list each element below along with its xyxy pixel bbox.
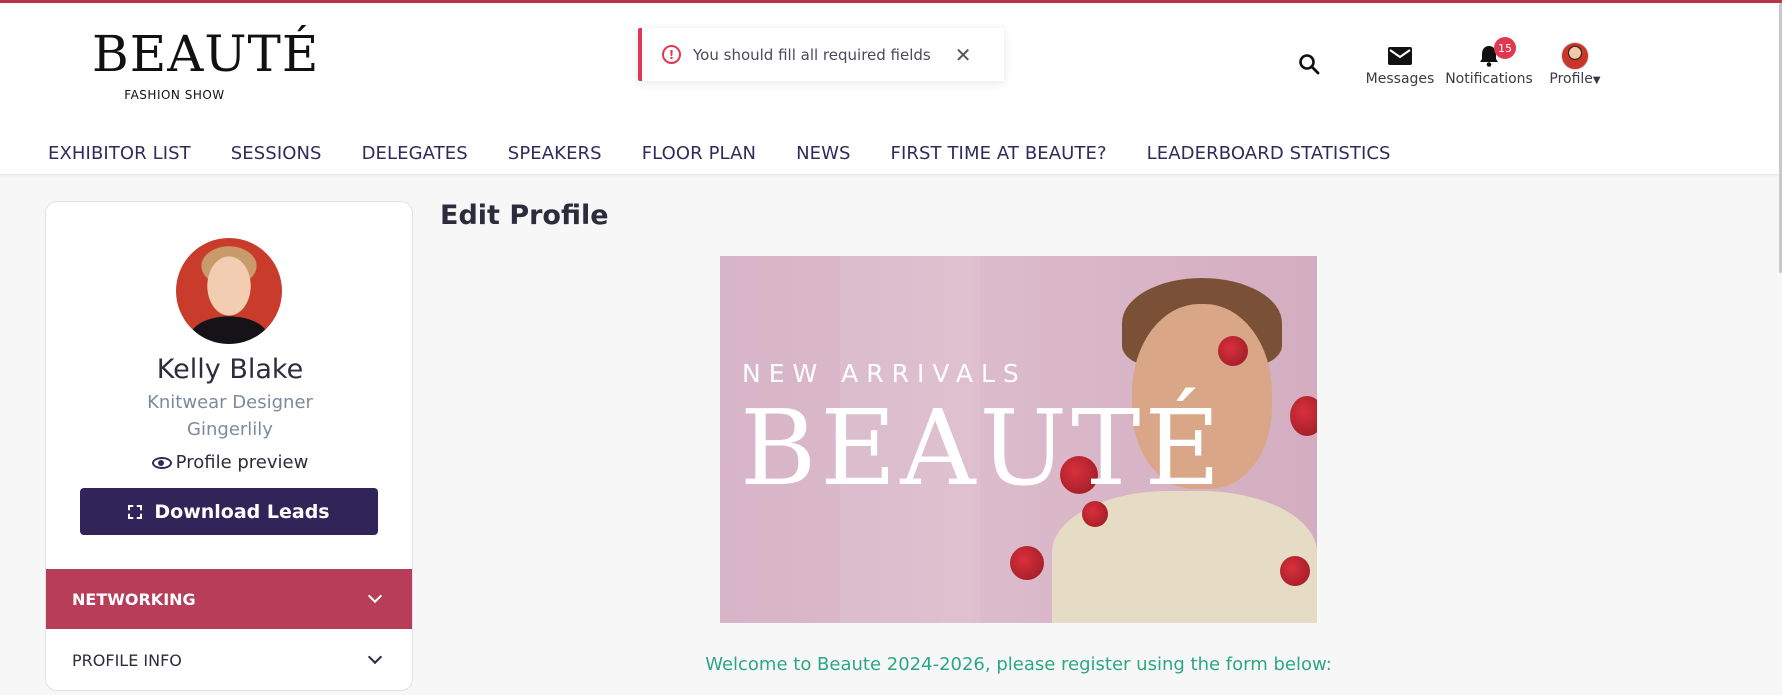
eye-icon	[151, 457, 172, 469]
profile-label: Profile	[1549, 71, 1593, 87]
error-toast: ! You should fill all required fields ✕	[638, 28, 1004, 81]
nav-exhibitor-list[interactable]: EXHIBITOR LIST	[48, 143, 191, 165]
chevron-down-icon: ▼	[1592, 75, 1601, 86]
chevron-down-icon	[367, 588, 383, 604]
messages-label: Messages	[1365, 71, 1435, 87]
avatar	[1561, 42, 1589, 70]
banner-logo-text: BEAUTÉ	[740, 387, 1225, 509]
nav-speakers[interactable]: SPEAKERS	[508, 143, 602, 165]
search-icon	[1299, 54, 1320, 75]
nav-first-time[interactable]: FIRST TIME AT BEAUTE?	[891, 143, 1107, 165]
banner-rose	[1010, 546, 1044, 580]
close-icon[interactable]: ✕	[955, 45, 972, 65]
site-header: BEAUTÉ FASHION SHOW ! You should fill al…	[0, 3, 1782, 175]
messages-button[interactable]: Messages	[1360, 41, 1440, 87]
welcome-message: Welcome to Beaute 2024-2026, please regi…	[705, 654, 1332, 675]
profile-name: Kelly Blake	[156, 354, 304, 385]
nav-sessions[interactable]: SESSIONS	[231, 143, 322, 165]
nav-floor-plan[interactable]: FLOOR PLAN	[642, 143, 756, 165]
accordion-profile-info[interactable]: PROFILE INFO	[46, 630, 412, 690]
scan-icon	[128, 504, 143, 519]
profile-preview-label: Profile preview	[175, 452, 309, 473]
banner-rose	[1290, 396, 1317, 436]
notifications-button[interactable]: 15 Notifications	[1442, 37, 1536, 87]
profile-avatar	[176, 238, 282, 344]
brand-logo-subtitle: FASHION SHOW	[124, 88, 225, 102]
brand-logo-word: BEAUTÉ	[92, 25, 320, 83]
main-nav: EXHIBITOR LIST SESSIONS DELEGATES SPEAKE…	[48, 143, 1431, 165]
banner-kicker-text: NEW ARRIVALS	[742, 359, 1027, 388]
profile-preview-link[interactable]: Profile preview	[46, 452, 412, 473]
accordion-networking[interactable]: NETWORKING	[46, 569, 412, 629]
download-leads-label: Download Leads	[154, 500, 330, 523]
page-title: Edit Profile	[440, 200, 609, 231]
banner-rose	[1280, 556, 1310, 586]
brand-logo[interactable]: BEAUTÉ FASHION SHOW	[92, 25, 320, 102]
toast-message: You should fill all required fields	[693, 45, 931, 64]
accordion-networking-label: NETWORKING	[72, 589, 196, 609]
chevron-down-icon	[367, 649, 383, 665]
nav-delegates[interactable]: DELEGATES	[362, 143, 468, 165]
search-button[interactable]	[1298, 53, 1320, 79]
accordion-profile-info-label: PROFILE INFO	[72, 650, 182, 670]
profile-menu-button[interactable]: Profile▼	[1545, 41, 1605, 87]
alert-circle-icon: !	[662, 45, 681, 64]
notification-count-badge: 15	[1494, 37, 1516, 59]
event-banner-image: NEW ARRIVALS BEAUTÉ	[720, 256, 1317, 623]
notifications-label: Notifications	[1445, 71, 1533, 87]
profile-sidebar: Kelly Blake Knitwear Designer Gingerlily…	[45, 201, 413, 691]
envelope-icon	[1388, 47, 1412, 65]
banner-rose	[1218, 336, 1248, 366]
nav-leaderboard-statistics[interactable]: LEADERBOARD STATISTICS	[1147, 143, 1391, 165]
download-leads-button[interactable]: Download Leads	[80, 488, 378, 535]
profile-company: Gingerlily	[187, 419, 273, 440]
nav-news[interactable]: NEWS	[796, 143, 850, 165]
profile-job-title: Knitwear Designer	[147, 392, 313, 413]
